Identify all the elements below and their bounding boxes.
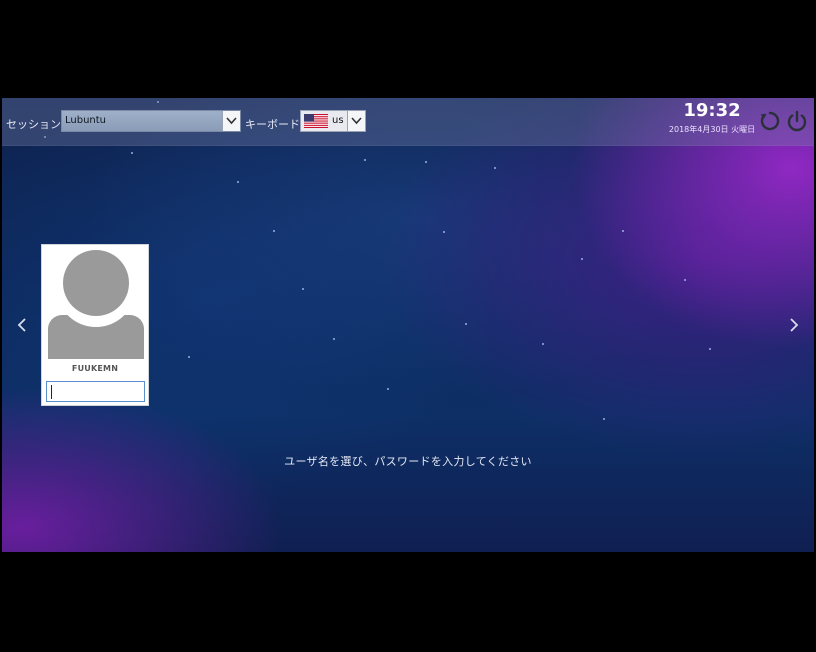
- clock-date: 2018年4月30日 火曜日: [668, 125, 756, 134]
- top-bar: セッション Lubuntu キーボード us 19:32 2018年4月30日 …: [2, 98, 814, 146]
- text-caret: [51, 385, 52, 399]
- session-select[interactable]: Lubuntu: [61, 110, 241, 132]
- us-flag-icon: [304, 114, 328, 128]
- chevron-down-icon[interactable]: [222, 111, 240, 131]
- session-label: セッション: [6, 118, 61, 131]
- user-silhouette-icon: [48, 249, 144, 359]
- user-name: FUUKEMN: [71, 364, 119, 373]
- chevron-right-icon[interactable]: [787, 316, 801, 334]
- power-icon[interactable]: [786, 110, 808, 132]
- keyboard-select[interactable]: us: [300, 110, 366, 132]
- password-field[interactable]: [46, 381, 145, 402]
- user-card[interactable]: FUUKEMN: [41, 244, 149, 406]
- keyboard-value: us: [332, 115, 344, 126]
- keyboard-label: キーボード: [245, 118, 300, 131]
- reboot-icon[interactable]: [759, 110, 781, 132]
- clock-time: 19:32: [683, 100, 741, 121]
- login-screen: セッション Lubuntu キーボード us 19:32 2018年4月30日 …: [2, 98, 814, 552]
- login-prompt: ユーザ名を選び、パスワードを入力してください: [284, 455, 532, 468]
- session-value: Lubuntu: [65, 115, 107, 126]
- chevron-down-icon[interactable]: [347, 111, 365, 131]
- chevron-left-icon[interactable]: [15, 316, 29, 334]
